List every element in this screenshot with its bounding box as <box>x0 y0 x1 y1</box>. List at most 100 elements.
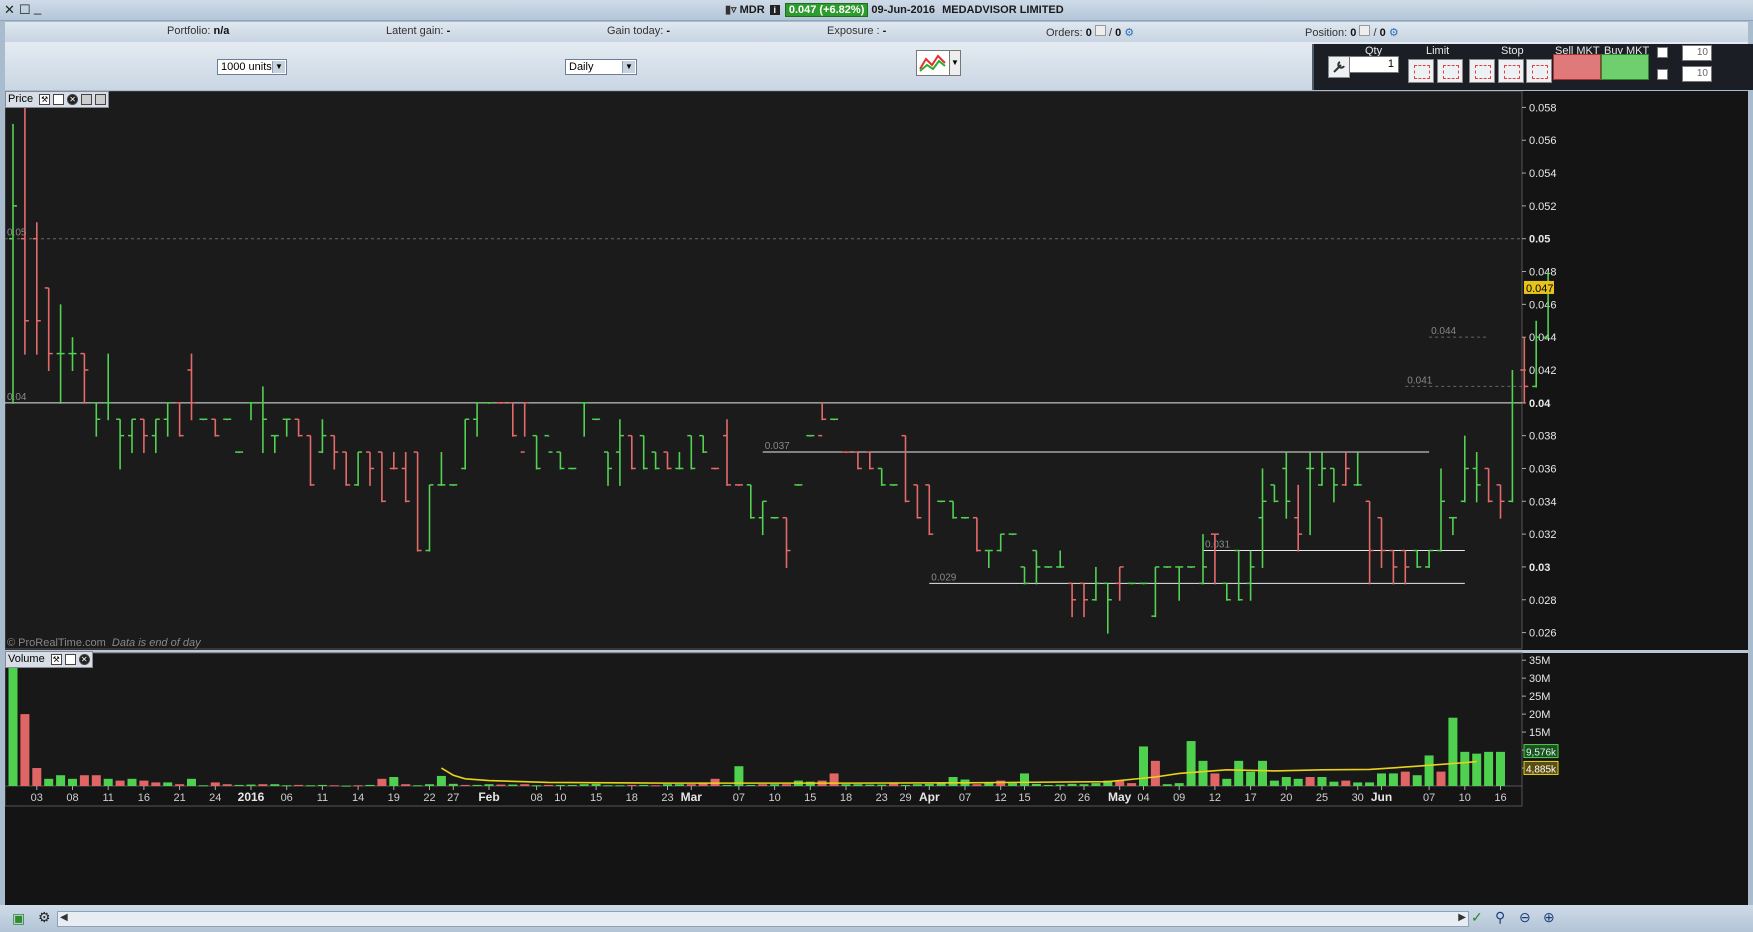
volume-bar <box>270 784 280 786</box>
chart-area[interactable]: 0.058 0.056 0.054 0.052 0.05 0.048 0.046 0.044 0… <box>5 91 1748 911</box>
orders-icon[interactable] <box>1094 25 1106 36</box>
minimize-icon[interactable]: _ <box>34 0 41 15</box>
volume-bar <box>686 784 696 786</box>
scroll-right-icon[interactable]: ▶ <box>1458 912 1466 923</box>
vol-tick-label: 25M <box>1529 691 1550 703</box>
panel-down-icon[interactable] <box>95 93 107 105</box>
volume-bar <box>163 782 173 786</box>
x-tick-label: 14 <box>352 792 364 804</box>
volume-bar <box>567 784 577 786</box>
volume-bar <box>853 784 863 786</box>
close-icon[interactable]: ✕ <box>67 93 79 105</box>
x-tick-label: 17 <box>1244 792 1256 804</box>
close-icon[interactable]: ✕ <box>4 2 15 18</box>
chart-type-icon[interactable] <box>916 50 950 76</box>
volume-bar <box>1341 780 1351 786</box>
close-icon[interactable]: ✕ <box>78 653 90 665</box>
wrench-icon[interactable]: ⚒ <box>39 93 51 105</box>
volume-bar <box>1008 783 1018 786</box>
h-reference-label: 0.044 <box>1431 326 1456 337</box>
volume-bar <box>1424 755 1434 786</box>
orders-info[interactable]: Orders: 0 / 0 ⚙ <box>1046 25 1134 39</box>
volume-panel-label: Volume <box>8 653 45 665</box>
chevron-down-icon[interactable]: ▼ <box>272 61 285 73</box>
limit-sell-button[interactable] <box>1408 59 1434 83</box>
volume-bar <box>1448 717 1458 786</box>
volume-bar <box>1222 778 1232 786</box>
x-tick-label: 12 <box>1209 792 1221 804</box>
h-reference-label: 0.037 <box>765 441 790 452</box>
stop-button-3[interactable] <box>1526 59 1552 83</box>
y-tick-label: 0.046 <box>1529 299 1557 311</box>
small-field-2[interactable]: 10 <box>1682 66 1712 82</box>
stop-button-2[interactable] <box>1498 59 1524 83</box>
zoom-fit-icon[interactable]: ⚲ <box>1495 909 1505 926</box>
volume-bar <box>627 784 637 786</box>
qty-input[interactable]: 1 <box>1349 56 1399 73</box>
position-icon[interactable] <box>1359 25 1371 36</box>
gear-icon[interactable]: ⚙ <box>1124 27 1134 39</box>
sell-mkt-button[interactable] <box>1553 54 1601 80</box>
x-tick-label: 07 <box>959 792 971 804</box>
maximize-icon[interactable] <box>53 93 65 105</box>
gain-today-info: Gain today: - <box>607 25 670 37</box>
x-tick-label: Feb <box>478 790 499 804</box>
panel-up-icon[interactable] <box>81 93 93 105</box>
zoom-in-icon[interactable]: ⊕ <box>1543 909 1555 926</box>
volume-bar <box>508 784 518 786</box>
volume-bar <box>651 785 661 787</box>
export-icon[interactable]: ▣ <box>12 910 28 926</box>
x-tick-label: 26 <box>1078 792 1090 804</box>
info-icon[interactable]: i <box>769 5 780 15</box>
position-info[interactable]: Position: 0 / 0 ⚙ <box>1305 25 1399 39</box>
checkbox-1[interactable] <box>1657 47 1668 58</box>
x-tick-label: 10 <box>768 792 780 804</box>
x-tick-label: 11 <box>102 792 113 804</box>
bottom-bar: ▣ ⚙ ◀ ▶ ✓ ⚲ ⊖ ⊕ <box>0 905 1753 932</box>
units-select[interactable]: 1000 units ▼ <box>217 59 287 75</box>
auto-scale-icon[interactable]: ✓ <box>1471 909 1483 926</box>
h-reference-label: 0.031 <box>1205 540 1230 551</box>
gear-icon[interactable]: ⚙ <box>1389 27 1399 39</box>
buy-mkt-button[interactable] <box>1601 54 1649 80</box>
link-icon[interactable]: ▮▿ <box>725 4 737 16</box>
volume-bar <box>1293 778 1303 786</box>
volume-bar <box>425 784 434 786</box>
watermark: © ProRealTime.com Data is end of day <box>7 637 201 649</box>
volume-panel-tag: Volume ⚒ ✕ <box>5 651 93 668</box>
x-tick-label: Mar <box>681 790 703 804</box>
symbol-label[interactable]: MDR <box>740 4 765 16</box>
x-tick-label: 15 <box>590 792 602 804</box>
x-tick-label: 22 <box>423 792 435 804</box>
maximize-icon[interactable] <box>64 653 76 665</box>
x-tick-label: 06 <box>281 792 293 804</box>
tools-icon[interactable]: ⚙ <box>38 909 54 925</box>
horizontal-scrollbar[interactable]: ◀ ▶ <box>57 911 1469 927</box>
h-reference-label: 0.029 <box>931 572 956 583</box>
volume-badge-green-label: 9,576k <box>1526 748 1557 759</box>
price-change-badge: 0.047 (+6.82%) <box>784 3 869 17</box>
restore-icon[interactable]: ☐ <box>19 2 31 18</box>
period-select[interactable]: Daily ▼ <box>565 59 637 75</box>
chart-svg: 0.058 0.056 0.054 0.052 0.05 0.048 0.046 0.044 0… <box>5 91 1748 905</box>
volume-bar <box>1329 781 1339 786</box>
volume-bar <box>294 784 304 786</box>
price-panel-label: Price <box>8 93 34 105</box>
period-select-value: Daily <box>569 61 594 73</box>
wrench-icon[interactable]: ⚒ <box>50 653 62 665</box>
small-field-1[interactable]: 10 <box>1682 45 1712 61</box>
volume-bar <box>615 785 625 787</box>
chevron-down-icon[interactable]: ▼ <box>949 50 961 76</box>
y-tick-label: 0.032 <box>1529 529 1557 541</box>
chevron-down-icon[interactable]: ▼ <box>622 61 635 73</box>
stop-button-1[interactable] <box>1469 59 1495 83</box>
scroll-left-icon[interactable]: ◀ <box>60 912 68 923</box>
x-tick-label: 15 <box>804 792 816 804</box>
limit-buy-button[interactable] <box>1437 59 1463 83</box>
price-plot-frame <box>5 91 1523 650</box>
wrench-icon[interactable] <box>1328 56 1350 78</box>
volume-bar <box>1484 751 1494 786</box>
checkbox-2[interactable] <box>1657 69 1668 80</box>
volume-bar <box>210 782 220 786</box>
zoom-out-icon[interactable]: ⊖ <box>1519 909 1531 926</box>
